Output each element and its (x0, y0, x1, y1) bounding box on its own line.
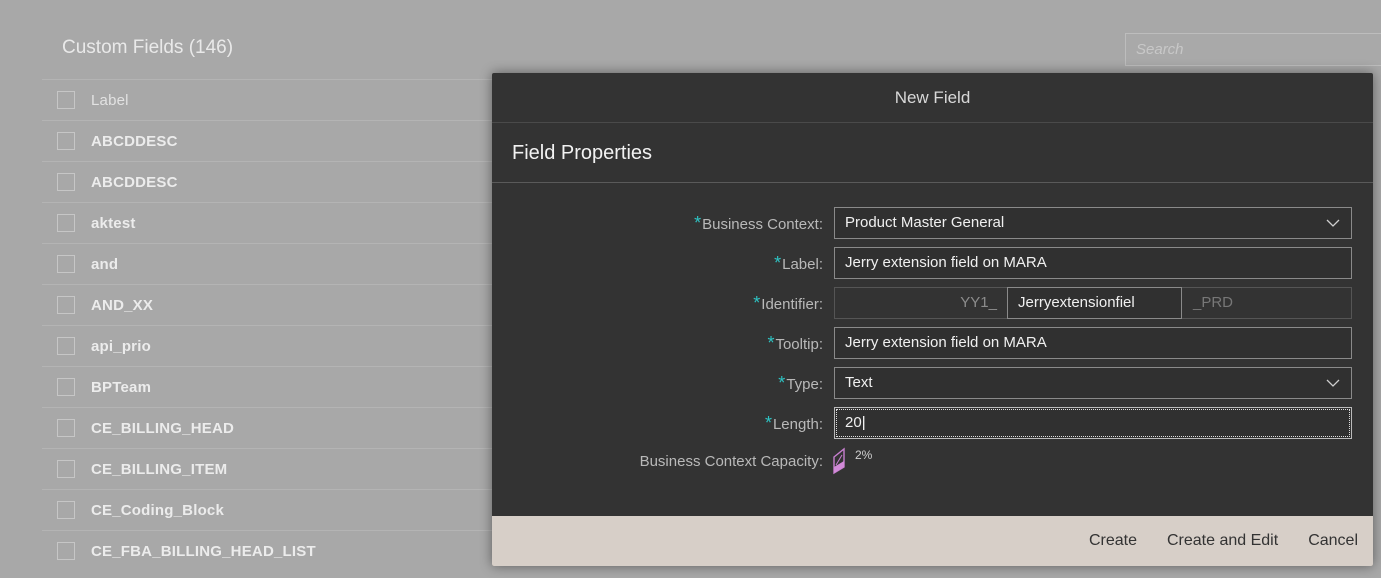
length-label: *Length: (765, 407, 823, 439)
list-item-label: BPTeam (91, 378, 152, 396)
row-checkbox[interactable] (57, 132, 75, 150)
capacity-label: Business Context Capacity: (639, 453, 823, 470)
list-header-row: Label (42, 79, 502, 120)
row-checkbox[interactable] (57, 214, 75, 232)
list-item-label: CE_FBA_BILLING_HEAD_LIST (91, 542, 316, 560)
list-item[interactable]: CE_BILLING_HEAD (42, 407, 502, 448)
identifier-label: *Identifier: (753, 287, 823, 319)
search-box[interactable] (1125, 33, 1381, 66)
row-checkbox[interactable] (57, 419, 75, 437)
list-item-label: api_prio (91, 337, 151, 355)
row-checkbox[interactable] (57, 296, 75, 314)
length-value: 20 (845, 414, 862, 431)
required-marker: * (778, 373, 786, 393)
dialog-footer: Create Create and Edit Cancel (492, 516, 1373, 566)
list-item-label: CE_Coding_Block (91, 501, 225, 519)
list-item[interactable]: AND_XX (42, 284, 502, 325)
identifier-row: *Identifier: YY1_ Jerryextensionfiel _PR… (492, 287, 1373, 319)
tooltip-label: *Tooltip: (767, 327, 823, 359)
new-field-dialog: New Field Field Properties *Business Con… (492, 73, 1373, 566)
row-checkbox[interactable] (57, 378, 75, 396)
chevron-down-icon (1326, 219, 1340, 227)
tooltip-row: *Tooltip: Jerry extension field on MARA (492, 327, 1373, 359)
length-label-text: Length: (772, 416, 823, 433)
length-input[interactable]: 20| (834, 407, 1352, 439)
capacity-value: 2% (855, 448, 873, 462)
row-checkbox[interactable] (57, 542, 75, 560)
identifier-suffix: _PRD (1193, 294, 1234, 311)
type-label-text: Type: (786, 376, 823, 393)
list-item[interactable]: CE_BILLING_ITEM (42, 448, 502, 489)
label-row: *Label: Jerry extension field on MARA (492, 247, 1373, 279)
list-item-label: ABCDDESC (91, 132, 178, 150)
custom-fields-list: Label ABCDDESC ABCDDESC aktest and AND_XXapi… (42, 79, 502, 571)
chevron-down-icon (1326, 379, 1340, 387)
type-row: *Type: Text (492, 367, 1373, 399)
tooltip-input[interactable]: Jerry extension field on MARA (834, 327, 1352, 359)
list-item[interactable]: BPTeam (42, 366, 502, 407)
list-item[interactable]: aktest (42, 202, 502, 243)
capacity-gauge-icon (833, 447, 845, 475)
column-header-label: Label (91, 91, 129, 109)
type-select[interactable]: Text (834, 367, 1352, 399)
length-row: *Length: 20| (492, 407, 1373, 439)
list-item-label: AND_XX (91, 296, 154, 314)
row-checkbox[interactable] (57, 501, 75, 519)
required-marker: * (753, 293, 761, 313)
identifier-prefix: YY1_ (960, 294, 997, 311)
business-context-value: Product Master General (845, 214, 1005, 231)
required-marker: * (694, 213, 702, 233)
row-checkbox[interactable] (57, 255, 75, 273)
business-context-label: *Business Context: (694, 207, 823, 239)
identifier-label-text: Identifier: (761, 296, 823, 313)
row-checkbox[interactable] (57, 337, 75, 355)
list-item-label: ABCDDESC (91, 173, 178, 191)
section-title: Field Properties (492, 123, 1373, 183)
label-input[interactable]: Jerry extension field on MARA (834, 247, 1352, 279)
type-value: Text (845, 374, 873, 391)
required-marker: * (764, 413, 772, 433)
list-item-label: aktest (91, 214, 136, 232)
list-item[interactable]: and (42, 243, 502, 284)
identifier-field: YY1_ Jerryextensionfiel _PRD (834, 287, 1352, 319)
list-item[interactable]: api_prio (42, 325, 502, 366)
list-item[interactable]: CE_FBA_BILLING_HEAD_LIST (42, 530, 502, 571)
required-marker: * (767, 333, 775, 353)
cancel-button[interactable]: Cancel (1308, 532, 1358, 550)
business-context-row: *Business Context: Product Master Genera… (492, 207, 1373, 239)
capacity-row: Business Context Capacity: 2% (492, 445, 1373, 477)
required-marker: * (774, 253, 782, 273)
row-checkbox[interactable] (57, 460, 75, 478)
page-title: Custom Fields (146) (62, 37, 234, 58)
list-item[interactable]: ABCDDESC (42, 161, 502, 202)
list-item-label: and (91, 255, 119, 273)
text-cursor: | (861, 414, 866, 431)
search-input[interactable] (1126, 34, 1381, 65)
dialog-title: New Field (492, 73, 1373, 123)
row-checkbox[interactable] (57, 173, 75, 191)
list-item-label: CE_BILLING_ITEM (91, 460, 228, 478)
type-label: *Type: (778, 367, 823, 399)
label-field-label-text: Label: (782, 256, 823, 273)
identifier-input[interactable]: Jerryextensionfiel (1007, 287, 1182, 319)
list-item[interactable]: CE_Coding_Block (42, 489, 502, 530)
tooltip-label-text: Tooltip: (775, 336, 823, 353)
list-item-label: CE_BILLING_HEAD (91, 419, 235, 437)
list-item[interactable]: ABCDDESC (42, 120, 502, 161)
create-and-edit-button[interactable]: Create and Edit (1167, 532, 1278, 550)
business-context-select[interactable]: Product Master General (834, 207, 1352, 239)
select-all-checkbox[interactable] (57, 91, 75, 109)
business-context-label-text: Business Context: (702, 216, 823, 233)
label-field-label: *Label: (774, 247, 823, 279)
create-button[interactable]: Create (1089, 532, 1137, 550)
